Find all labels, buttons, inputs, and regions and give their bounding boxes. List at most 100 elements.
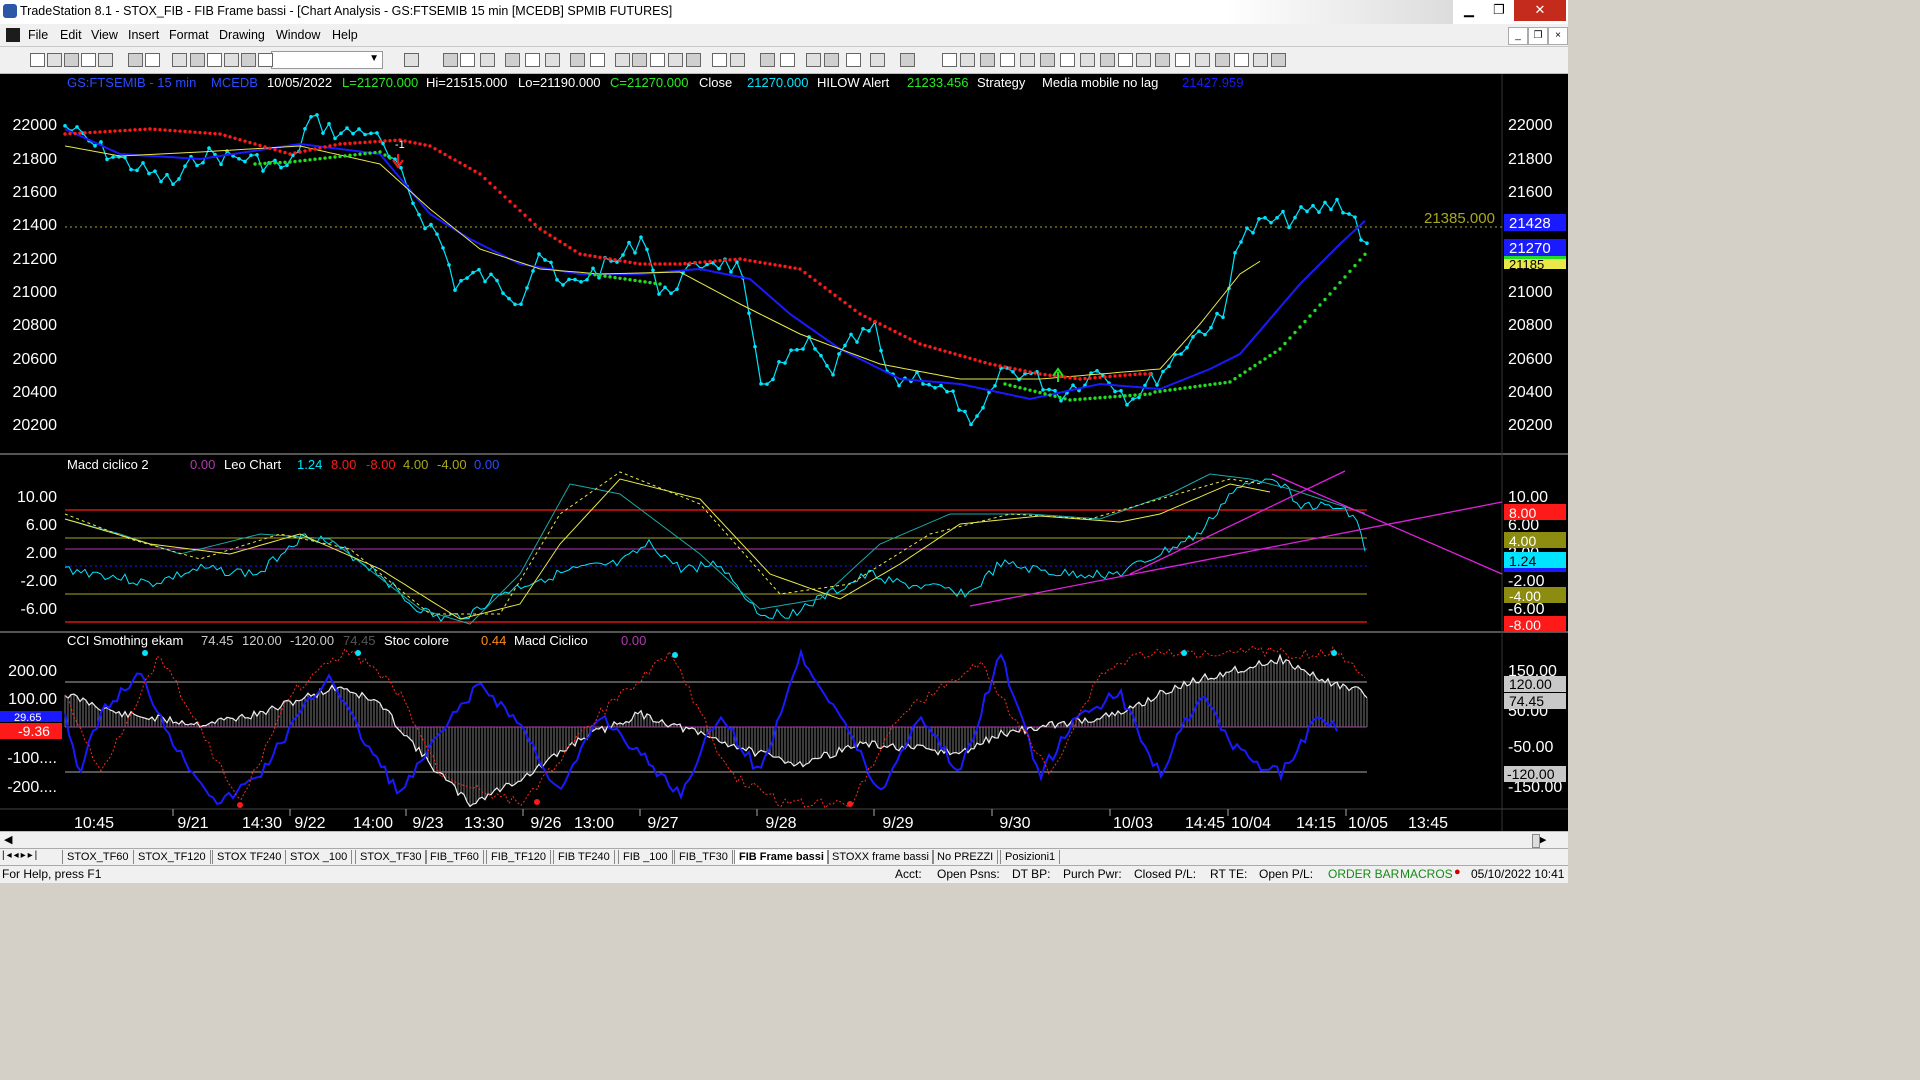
toolbar-tool-icon[interactable] [1080, 53, 1095, 67]
toolbar-tool-icon[interactable] [1175, 53, 1190, 67]
workspace-tab[interactable]: STOX _100 [285, 850, 353, 864]
toolbar-tool-icon[interactable] [590, 53, 605, 67]
toolbar-tool-icon[interactable] [64, 53, 79, 67]
toolbar-tool-icon[interactable] [942, 53, 957, 67]
toolbar-tool-icon[interactable] [570, 53, 585, 67]
tab-nav-arrows-icon[interactable]: |◂◂▸▸| [2, 850, 39, 861]
toolbar-tool-icon[interactable] [545, 53, 560, 67]
menu-window[interactable]: Window [276, 28, 320, 42]
toolbar-tool-icon[interactable] [1155, 53, 1170, 67]
toolbar-tool-icon[interactable] [760, 53, 775, 67]
toolbar-tool-icon[interactable] [145, 53, 160, 67]
stop-dot-red [263, 145, 267, 149]
menu-drawing[interactable]: Drawing [219, 28, 265, 42]
toolbar-tool-icon[interactable] [47, 53, 62, 67]
stop-dot-red [713, 259, 717, 263]
toolbar-tool-icon[interactable] [505, 53, 520, 67]
scroll-thumb[interactable] [1532, 834, 1540, 848]
toolbar-tool-icon[interactable] [404, 53, 419, 67]
workspace-tab[interactable]: STOX_TF120 [133, 850, 211, 864]
toolbar-tool-icon[interactable] [730, 53, 745, 67]
toolbar-tool-icon[interactable] [870, 53, 885, 67]
workspace-tab[interactable]: FIB _100 [618, 850, 673, 864]
workspace-tab[interactable]: No PREZZI [932, 850, 999, 864]
cci-v4: 74.45 [343, 633, 376, 648]
stop-dot-green [308, 158, 312, 162]
mdi-restore-button[interactable]: ❐ [1528, 27, 1548, 45]
scroll-left-icon[interactable]: ◀ [4, 833, 12, 846]
toolbar-tool-icon[interactable] [460, 53, 475, 67]
toolbar-tool-icon[interactable] [258, 53, 273, 67]
macros-button[interactable]: MACROS [1400, 867, 1453, 881]
toolbar-tool-icon[interactable] [1253, 53, 1268, 67]
mdi-close-button[interactable]: × [1548, 27, 1568, 45]
workspace-tab[interactable]: FIB TF240 [553, 850, 615, 864]
menu-file[interactable]: File [28, 28, 48, 42]
workspace-tab[interactable]: Posizioni1 [1000, 850, 1061, 864]
menu-format[interactable]: Format [169, 28, 209, 42]
toolbar-tool-icon[interactable] [128, 53, 143, 67]
toolbar-tool-icon[interactable] [30, 53, 45, 67]
toolbar-tool-icon[interactable] [98, 53, 113, 67]
close-button[interactable]: ✕ [1514, 0, 1566, 21]
toolbar-tool-icon[interactable] [824, 53, 839, 67]
menu-edit[interactable]: Edit [60, 28, 82, 42]
toolbar-tool-icon[interactable] [900, 53, 915, 67]
macd-leo: Leo Chart [224, 457, 281, 472]
workspace-tab[interactable]: STOX_TF30 [355, 850, 427, 864]
chart-canvas[interactable]: GS:FTSEMIB - 15 min MCEDB 10/05/2022 L=2… [0, 74, 1568, 832]
workspace-tab[interactable]: STOXX frame bassi [827, 850, 934, 864]
toolbar-tool-icon[interactable] [190, 53, 205, 67]
order-bar-button[interactable]: ORDER BAR [1328, 867, 1399, 881]
toolbar-tool-icon[interactable] [1271, 53, 1286, 67]
toolbar-tool-icon[interactable] [780, 53, 795, 67]
toolbar-tool-icon[interactable] [443, 53, 458, 67]
horizontal-scrollbar[interactable]: ◀ ▶ [0, 831, 1568, 849]
workspace-tab[interactable]: STOX_TF60 [62, 850, 134, 864]
stop-dot-red [188, 130, 192, 134]
toolbar-tool-icon[interactable] [712, 53, 727, 67]
toolbar-tool-icon[interactable] [1060, 53, 1075, 67]
stop-dot-red [953, 352, 957, 356]
toolbar-tool-icon[interactable] [1215, 53, 1230, 67]
workspace-tab[interactable]: STOX TF240 [212, 850, 287, 864]
toolbar-tool-icon[interactable] [846, 53, 861, 67]
toolbar-tool-icon[interactable] [241, 53, 256, 67]
stop-dot-red [913, 339, 917, 344]
menu-insert[interactable]: Insert [128, 28, 159, 42]
toolbar-tool-icon[interactable] [1118, 53, 1133, 67]
minimize-button[interactable]: ▁ [1454, 0, 1484, 21]
menu-help[interactable]: Help [332, 28, 358, 42]
toolbar-tool-icon[interactable] [525, 53, 540, 67]
toolbar-tool-icon[interactable] [980, 53, 995, 67]
maximize-button[interactable]: ❐ [1484, 0, 1514, 21]
chart-window-icon[interactable] [6, 28, 20, 42]
mdi-minimize-button[interactable]: _ [1508, 27, 1528, 45]
toolbar-tool-icon[interactable] [81, 53, 96, 67]
toolbar-tool-icon[interactable] [224, 53, 239, 67]
workspace-tab[interactable]: FIB_TF120 [486, 850, 552, 864]
toolbar-tool-icon[interactable] [632, 53, 647, 67]
toolbar-tool-icon[interactable] [1100, 53, 1115, 67]
chart-analysis-window[interactable]: GS:FTSEMIB - 15 min MCEDB 10/05/2022 L=2… [0, 74, 1568, 832]
toolbar-tool-icon[interactable] [1195, 53, 1210, 67]
toolbar-tool-icon[interactable] [960, 53, 975, 67]
toolbar-tool-icon[interactable] [668, 53, 683, 67]
symbol-dropdown[interactable]: ▼ [271, 51, 383, 69]
toolbar-tool-icon[interactable] [172, 53, 187, 67]
toolbar-tool-icon[interactable] [1234, 53, 1249, 67]
workspace-tab[interactable]: FIB_TF60 [425, 850, 484, 864]
toolbar-tool-icon[interactable] [207, 53, 222, 67]
toolbar-tool-icon[interactable] [1020, 53, 1035, 67]
toolbar-tool-icon[interactable] [1136, 53, 1151, 67]
toolbar-tool-icon[interactable] [615, 53, 630, 67]
toolbar-tool-icon[interactable] [650, 53, 665, 67]
toolbar-tool-icon[interactable] [1040, 53, 1055, 67]
toolbar-tool-icon[interactable] [480, 53, 495, 67]
toolbar-tool-icon[interactable] [806, 53, 821, 67]
workspace-tab[interactable]: FIB_TF30 [674, 850, 733, 864]
menu-view[interactable]: View [91, 28, 118, 42]
toolbar-tool-icon[interactable] [686, 53, 701, 67]
toolbar-tool-icon[interactable] [1000, 53, 1015, 67]
workspace-tab[interactable]: FIB Frame bassi [734, 850, 829, 864]
